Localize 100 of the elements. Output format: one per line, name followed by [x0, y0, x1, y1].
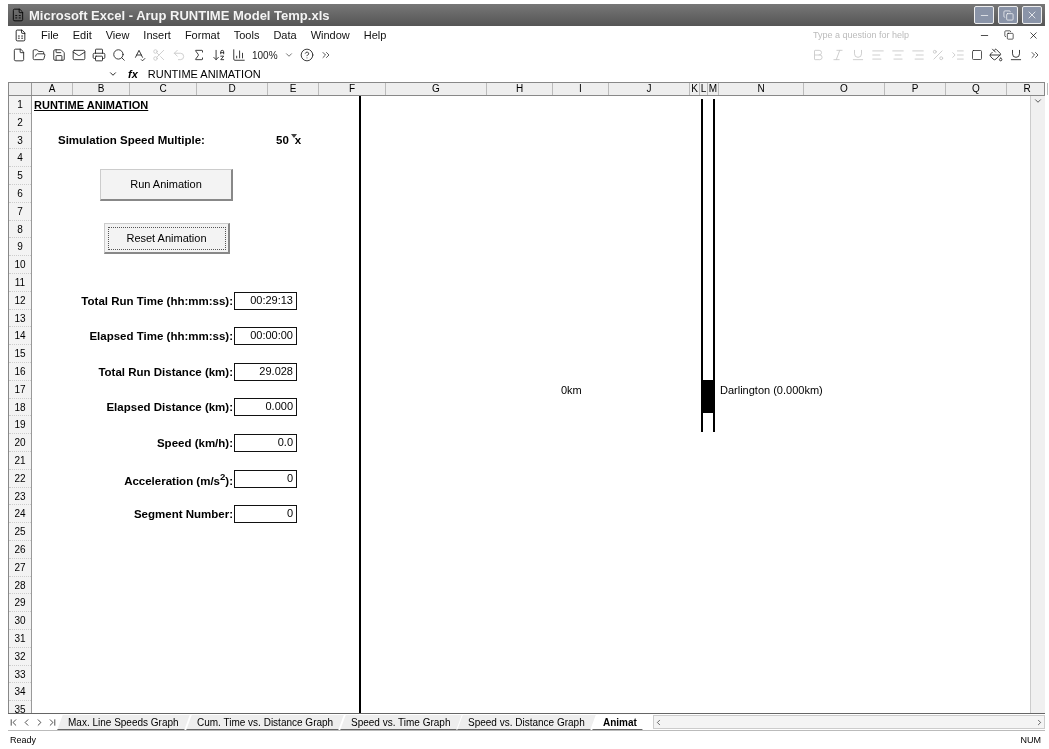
- close-icon[interactable]: [1028, 29, 1039, 41]
- row-header[interactable]: 11: [9, 273, 31, 292]
- column-header[interactable]: M: [708, 83, 719, 95]
- more-icon[interactable]: [319, 49, 332, 61]
- row-header[interactable]: 16: [9, 362, 31, 381]
- column-header[interactable]: A: [32, 83, 73, 95]
- column-header[interactable]: J: [609, 83, 690, 95]
- sort-icon[interactable]: [212, 48, 226, 62]
- animation-button[interactable]: Reset Animation: [104, 222, 230, 255]
- row-header[interactable]: 31: [9, 629, 31, 648]
- printer-icon[interactable]: [92, 48, 106, 62]
- row-header[interactable]: 35: [9, 701, 31, 713]
- row-header[interactable]: 14: [9, 327, 31, 346]
- row-header[interactable]: 29: [9, 594, 31, 613]
- row-header[interactable]: 10: [9, 256, 31, 274]
- menu-item[interactable]: Window: [310, 29, 350, 41]
- spell-check-icon[interactable]: [132, 48, 146, 62]
- value-field[interactable]: 29.028: [234, 362, 297, 381]
- menu-item[interactable]: Format: [184, 29, 220, 41]
- row-header[interactable]: 3: [9, 131, 31, 150]
- column-header[interactable]: Q: [946, 83, 1007, 95]
- column-header[interactable]: N: [719, 83, 804, 95]
- menu-item[interactable]: Insert: [143, 29, 171, 41]
- row-header[interactable]: 19: [9, 416, 31, 435]
- zoom-level[interactable]: 100%: [252, 49, 278, 61]
- vertical-scrollbar[interactable]: [1030, 96, 1045, 713]
- workbook-icon[interactable]: [14, 28, 27, 42]
- fill-bucket-icon[interactable]: [989, 48, 1003, 62]
- animation-button[interactable]: Run Animation: [100, 169, 233, 201]
- value-field[interactable]: 00:29:13: [234, 291, 297, 310]
- row-header[interactable]: 2: [9, 113, 31, 132]
- borders-icon[interactable]: [971, 49, 983, 61]
- minimize-button[interactable]: [974, 6, 994, 24]
- row-header[interactable]: 32: [9, 647, 31, 666]
- column-header[interactable]: O: [804, 83, 885, 95]
- row-header[interactable]: 33: [9, 665, 31, 684]
- column-header[interactable]: C: [130, 83, 197, 95]
- value-field[interactable]: 0: [234, 469, 297, 488]
- more-icon[interactable]: [1029, 49, 1041, 61]
- value-field[interactable]: 0.0: [234, 434, 297, 453]
- row-header[interactable]: 5: [9, 167, 31, 185]
- new-file-icon[interactable]: [12, 48, 26, 62]
- restore-button[interactable]: [998, 6, 1018, 24]
- scroll-right-icon[interactable]: [1035, 717, 1044, 727]
- fx-label[interactable]: fx: [128, 68, 138, 80]
- row-header[interactable]: 8: [9, 220, 31, 239]
- row-header[interactable]: 23: [9, 487, 31, 506]
- row-header[interactable]: 34: [9, 683, 31, 702]
- row-header[interactable]: 6: [9, 185, 31, 203]
- menu-item[interactable]: Edit: [72, 29, 92, 41]
- row-header[interactable]: 22: [9, 469, 31, 488]
- column-header[interactable]: H: [487, 83, 553, 95]
- mail-icon[interactable]: [72, 48, 86, 62]
- close-button[interactable]: [1022, 6, 1042, 24]
- restore-icon[interactable]: [1004, 30, 1014, 40]
- print-preview-icon[interactable]: [112, 48, 126, 62]
- row-header[interactable]: 18: [9, 398, 31, 417]
- row-header[interactable]: 9: [9, 238, 31, 257]
- last-sheet-icon[interactable]: [47, 716, 58, 728]
- row-header[interactable]: 21: [9, 451, 31, 470]
- save-icon[interactable]: [52, 48, 66, 62]
- row-header[interactable]: 30: [9, 612, 31, 630]
- row-header[interactable]: 1: [9, 96, 31, 114]
- column-header[interactable]: K: [690, 83, 700, 95]
- column-header[interactable]: E: [268, 83, 319, 95]
- help-icon[interactable]: [299, 48, 314, 62]
- column-header[interactable]: R: [1007, 83, 1048, 95]
- chart-icon[interactable]: [232, 48, 246, 62]
- value-field[interactable]: 0.000: [234, 398, 297, 417]
- sheet-tab[interactable]: Max. Line Speeds Graph: [57, 714, 190, 730]
- value-field[interactable]: 0: [234, 505, 297, 524]
- row-header[interactable]: 7: [9, 202, 31, 221]
- row-header[interactable]: 25: [9, 523, 31, 541]
- row-header[interactable]: 20: [9, 434, 31, 452]
- sigma-icon[interactable]: [192, 48, 206, 62]
- formula-content[interactable]: RUNTIME ANIMATION: [147, 68, 261, 80]
- first-sheet-icon[interactable]: [8, 716, 19, 728]
- row-header[interactable]: 26: [9, 540, 31, 559]
- column-header[interactable]: I: [553, 83, 609, 95]
- row-header[interactable]: 27: [9, 558, 31, 577]
- scroll-down-icon[interactable]: [1033, 96, 1043, 106]
- menu-item[interactable]: Tools: [233, 29, 260, 41]
- value-field[interactable]: 00:00:00: [234, 327, 297, 346]
- menu-item[interactable]: Help: [363, 29, 387, 41]
- row-header[interactable]: 24: [9, 505, 31, 524]
- sheet-tab[interactable]: Speed vs. Time Graph: [340, 714, 461, 730]
- open-folder-icon[interactable]: [32, 48, 46, 62]
- horizontal-scrollbar[interactable]: [652, 715, 1045, 729]
- row-header[interactable]: 12: [9, 291, 31, 310]
- row-header[interactable]: 17: [9, 380, 31, 399]
- sheet-tab[interactable]: Speed vs. Distance Graph: [457, 714, 596, 730]
- column-header[interactable]: D: [197, 83, 268, 95]
- row-header[interactable]: 4: [9, 149, 31, 168]
- column-header[interactable]: G: [386, 83, 487, 95]
- column-header[interactable]: P: [885, 83, 946, 95]
- menu-item[interactable]: Data: [273, 29, 297, 41]
- menu-item[interactable]: View: [105, 29, 130, 41]
- row-header[interactable]: 15: [9, 345, 31, 363]
- caret-icon[interactable]: [283, 50, 294, 60]
- menu-item[interactable]: File: [41, 29, 59, 41]
